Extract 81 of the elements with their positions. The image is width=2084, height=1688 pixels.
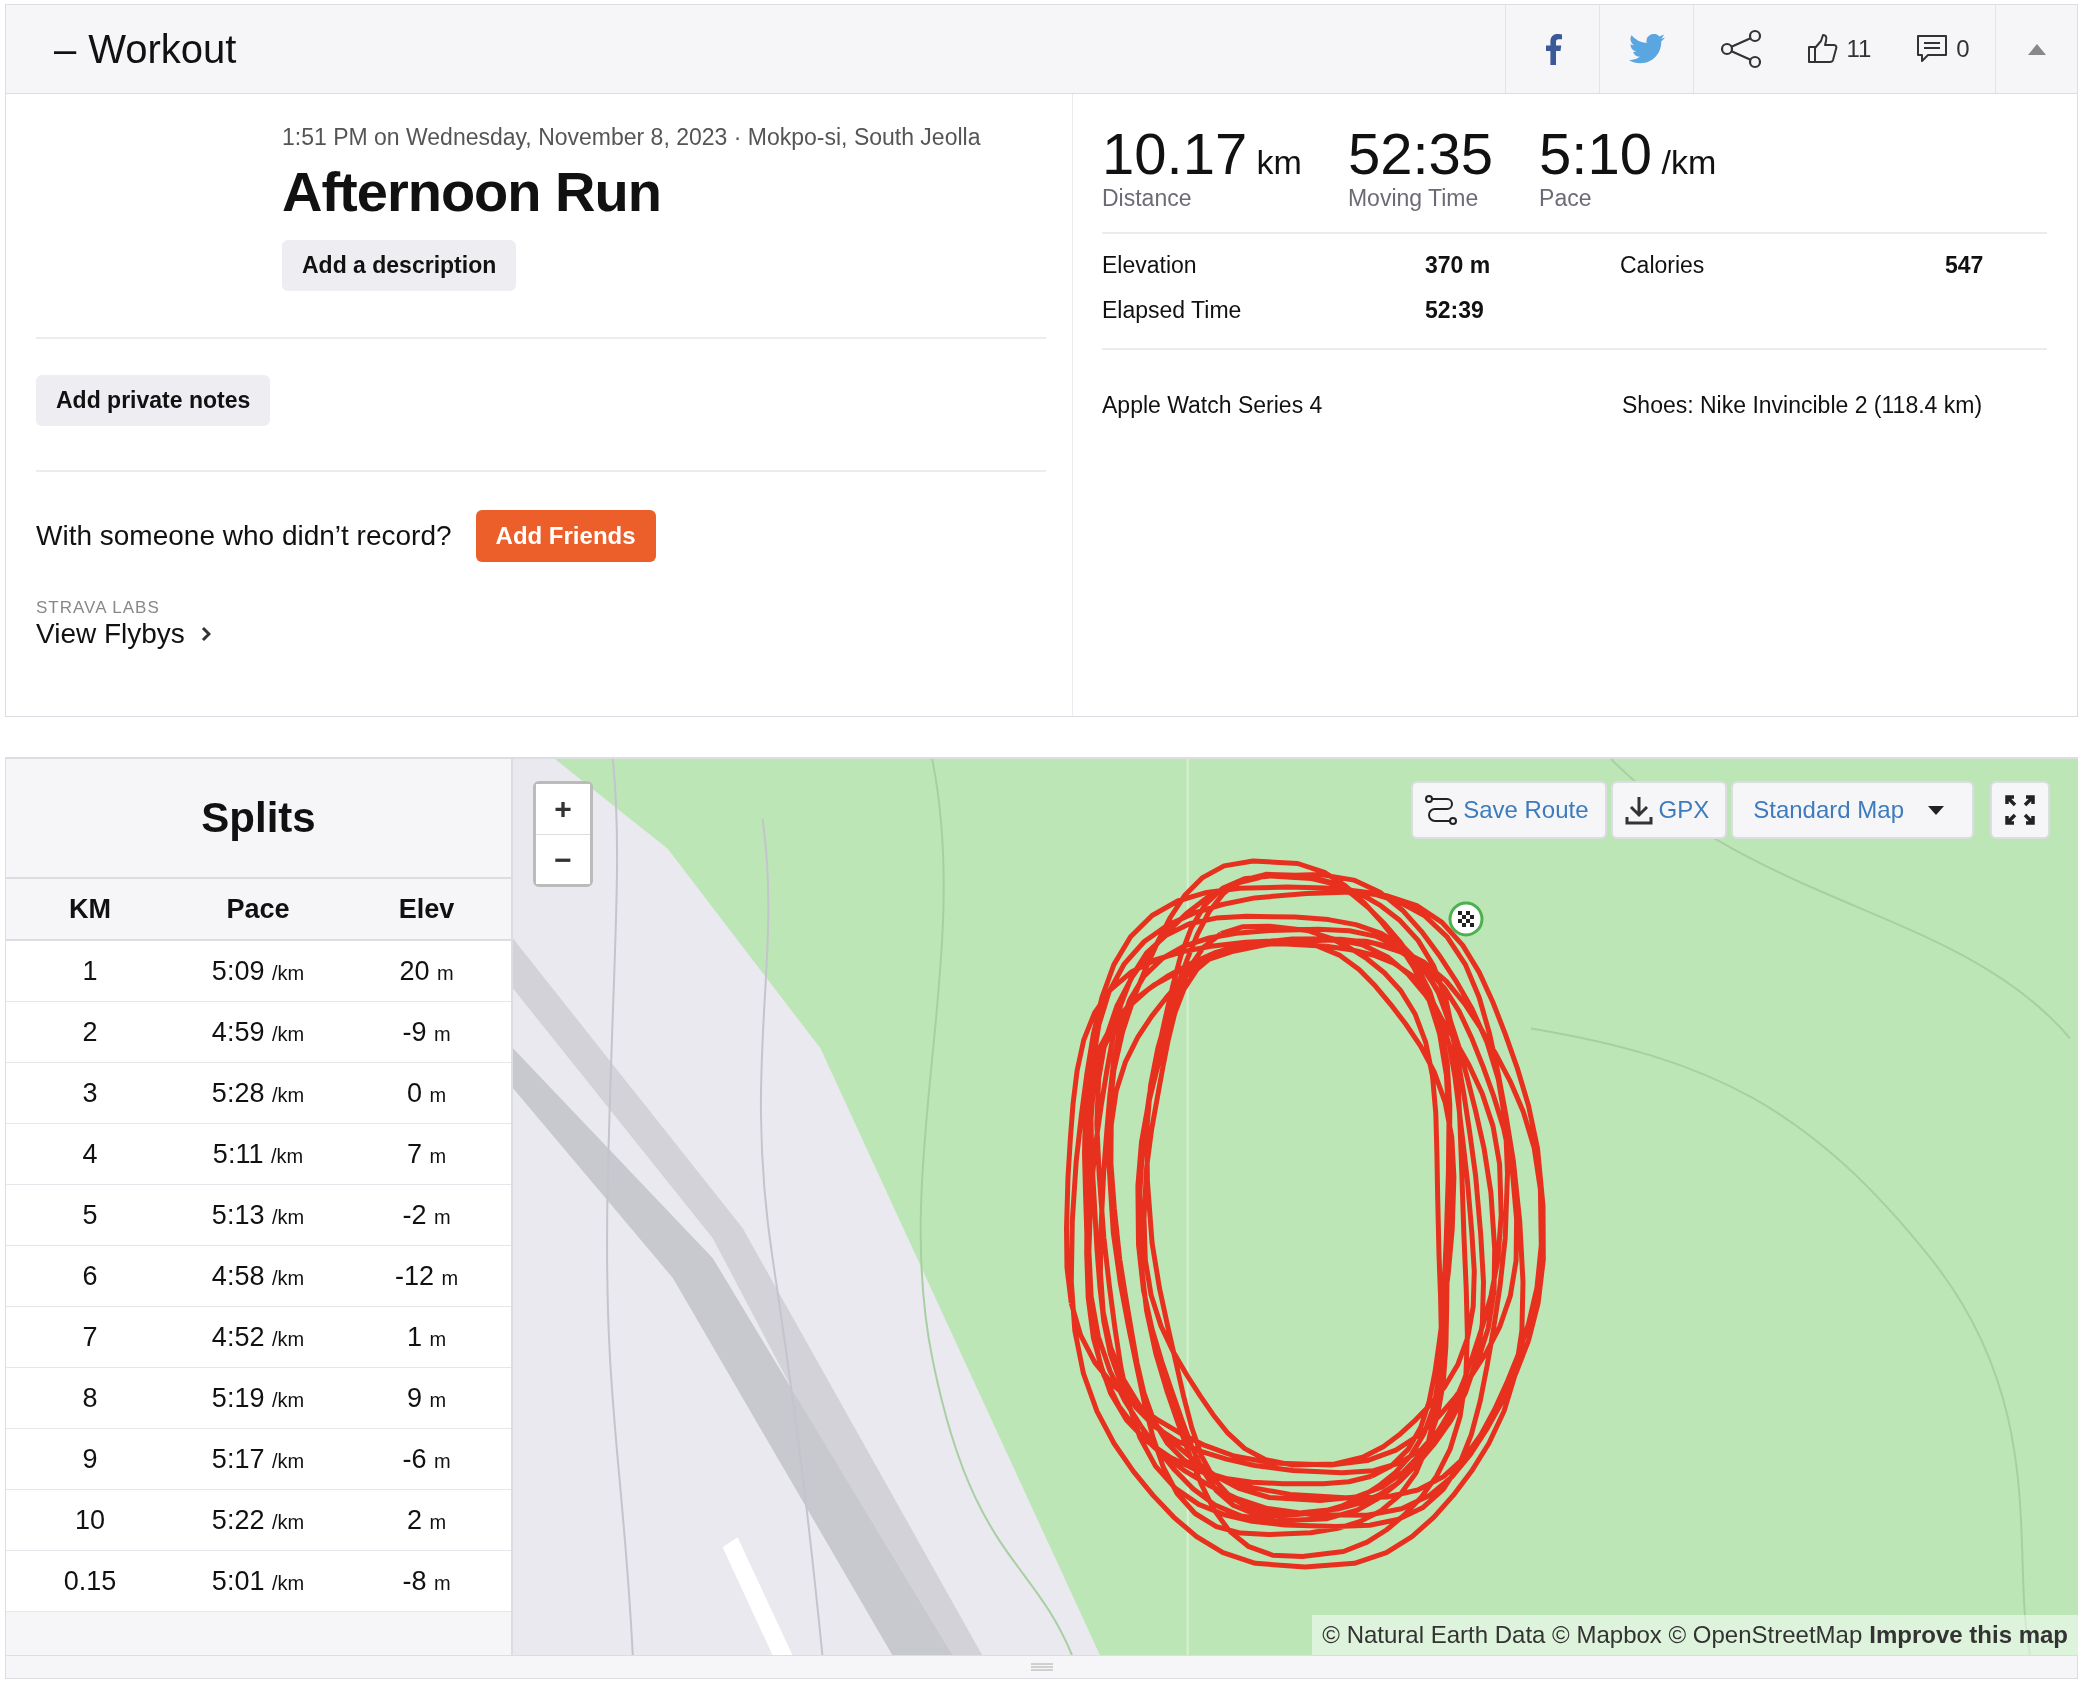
table-cell-text: 4:58 /km: [210, 1260, 306, 1292]
stat-label: Pace: [1539, 184, 1593, 212]
friends-prompt: With someone who didn’t record?: [36, 520, 452, 552]
stat-label: Moving Time: [1347, 184, 1480, 212]
table-cell-text: 4:59 /km: [210, 1016, 306, 1048]
activity-date-location: 1:51 PM on Wednesday, November 8, 2023 · Mokpo-si, South Jeolla: [282, 124, 981, 151]
table-cell-text: -2 m: [401, 1199, 452, 1231]
fullscreen-button[interactable]: [1990, 781, 2050, 839]
route-icon: [1425, 794, 1458, 826]
table-cell-text: 4:52 /km: [210, 1321, 306, 1353]
column-header: KM: [68, 893, 112, 925]
table-cell-text: -9 m: [401, 1016, 452, 1048]
table-cell-text: -8 m: [401, 1565, 452, 1597]
collapse-button[interactable]: –: [54, 26, 77, 72]
column-header: Pace: [225, 893, 291, 925]
map-attribution: © Natural Earth Data © Mapbox © OpenStreetMap: [1322, 1621, 1863, 1649]
labs-label: STRAVA LABS: [36, 598, 160, 618]
table-cell-text: 5:09 /km: [210, 955, 306, 987]
table-cell-text: 1 m: [405, 1321, 448, 1353]
table-cell-text: 2: [81, 1016, 99, 1048]
stat-value: 52:35: [1347, 124, 1494, 185]
table-cell-text: 2 m: [405, 1504, 448, 1536]
chevron-right-icon: [200, 626, 211, 642]
stat-value: 5:10 /km: [1539, 124, 1717, 185]
gpx-download-button[interactable]: GPX: [1610, 781, 1728, 839]
table-cell-text: 9 m: [405, 1382, 448, 1414]
grip-icon[interactable]: [1030, 1663, 1053, 1671]
stat-value: 10.17 km: [1102, 124, 1302, 185]
table-cell-text: 20 m: [398, 955, 455, 987]
table-cell-text: 7 m: [405, 1138, 448, 1170]
stat-value: 52:39: [1425, 296, 1485, 324]
table-cell-text: 5:28 /km: [210, 1077, 306, 1109]
add-description-button[interactable]: Add a description: [282, 240, 517, 291]
thumbs-up-icon: [1806, 34, 1839, 64]
table-cell-text: 9: [81, 1443, 99, 1475]
table-cell-text: 5:19 /km: [210, 1382, 306, 1414]
table-cell-text: 5:11 /km: [211, 1138, 305, 1170]
add-private-notes-button[interactable]: Add private notes: [36, 375, 271, 426]
caret-up-icon: [2027, 43, 2046, 55]
table-cell-text: -12 m: [393, 1260, 460, 1292]
table-cell-text: 5:17 /km: [210, 1443, 306, 1475]
table-cell-text: 5:13 /km: [210, 1199, 306, 1231]
table-cell-text: 7: [81, 1321, 99, 1353]
table-cell-text: 4: [81, 1138, 99, 1170]
stat-value: 547: [1945, 251, 1985, 279]
zoom-out-button[interactable]: −: [536, 834, 590, 884]
table-cell-text: 10: [73, 1504, 106, 1536]
device-name: Apple Watch Series 4: [1102, 391, 1324, 419]
improve-map-link[interactable]: Improve this map: [1869, 1621, 2068, 1649]
comments-button[interactable]: 0: [1891, 5, 1995, 93]
table-cell-text: 8: [81, 1382, 99, 1414]
download-icon: [1624, 795, 1653, 825]
view-flybys-link[interactable]: View Flybys: [36, 618, 211, 650]
table-cell-text: -6 m: [401, 1443, 452, 1475]
activity-title: Afternoon Run: [282, 159, 661, 224]
stat-label: Elevation: [1102, 251, 1198, 279]
stat-value: 370 m: [1425, 251, 1492, 279]
kudos-button[interactable]: 11: [1787, 5, 1891, 93]
map-type-dropdown[interactable]: Standard Map: [1731, 781, 1974, 839]
caret-down-icon: [1928, 805, 1944, 815]
bird-icon: [1628, 34, 1665, 64]
table-cell-text: 3: [81, 1077, 99, 1109]
table-cell-text: 5: [81, 1199, 99, 1231]
comment-icon: [1916, 34, 1949, 64]
table-cell-text: 0.15: [62, 1565, 118, 1597]
table-cell-text: 0 m: [405, 1077, 448, 1109]
table-cell-text: 5:22 /km: [210, 1504, 306, 1536]
table-cell-text: 1: [81, 955, 99, 987]
table-cell-text: 5:01 /km: [210, 1565, 306, 1597]
stat-label: Distance: [1102, 184, 1193, 212]
table-cell-text: 6: [81, 1260, 99, 1292]
share-icon: [1718, 29, 1763, 69]
column-header: Elev: [397, 893, 456, 925]
stat-label: Elapsed Time: [1102, 296, 1243, 324]
stat-label: Calories: [1620, 251, 1706, 279]
section-title: Workout: [88, 26, 237, 72]
shoes-info: Shoes: Nike Invincible 2 (118.4 km): [1622, 391, 1984, 419]
save-route-button[interactable]: Save Route: [1411, 781, 1607, 839]
facebook-icon: [1543, 33, 1562, 65]
finish-flag-icon: [1448, 901, 1484, 937]
expand-icon: [2005, 795, 2035, 825]
